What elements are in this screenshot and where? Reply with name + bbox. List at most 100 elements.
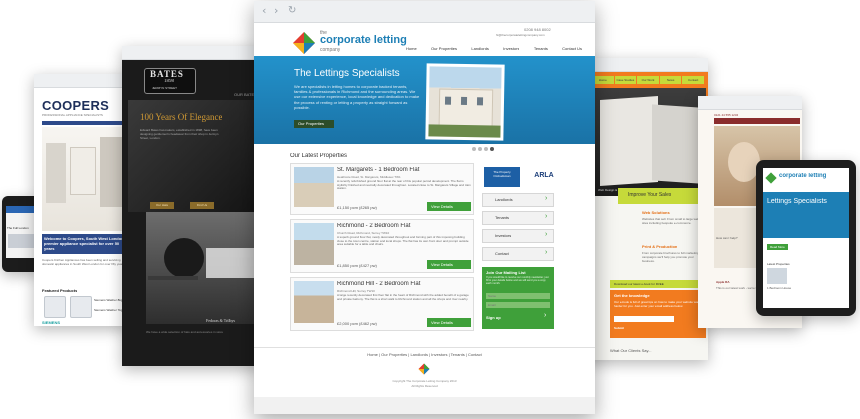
sidebar-item-tenants[interactable]: Tenants › bbox=[482, 211, 554, 225]
bates-logo: BATES bbox=[150, 69, 184, 79]
property-price: £1,850 pcm (£427 pw) bbox=[337, 263, 377, 268]
nav-contact[interactable]: Contact bbox=[682, 76, 704, 84]
coopers-tagline: PROFESSIONAL APPLIANCE SPECIALISTS bbox=[42, 113, 103, 117]
header-phone: 0208 948 8002 bbox=[524, 27, 551, 32]
knowledge-body: Our e-book is full of great tips on how … bbox=[614, 300, 701, 308]
nav-home[interactable]: Home bbox=[406, 46, 417, 54]
sidebar-item-label: Investors bbox=[495, 233, 512, 238]
property-photo[interactable] bbox=[294, 167, 334, 207]
orange-nav: Home Case Studies Our Work News Contact bbox=[592, 76, 704, 84]
print-title[interactable]: Print & Production bbox=[642, 244, 677, 249]
sidebar-item-contact[interactable]: Contact › bbox=[482, 247, 554, 261]
bates-footer: We have a wide selection of hats and acc… bbox=[146, 330, 223, 334]
right-caption: Apple RA bbox=[716, 280, 730, 284]
forward-icon[interactable]: › bbox=[274, 5, 278, 16]
browser-chrome bbox=[122, 46, 262, 60]
nav-home[interactable]: Home bbox=[592, 76, 614, 84]
browser-chrome bbox=[34, 74, 130, 88]
coopers-logo: COOPERS bbox=[42, 98, 110, 113]
bates-hero: 100 Years Of Elegance Edward Bates hat-m… bbox=[128, 100, 262, 212]
orange-hero: Web Design & Development bbox=[592, 88, 706, 196]
download-banner[interactable]: Download our latest e-book for FREE bbox=[610, 280, 706, 288]
tablet-hero: Lettings Specialists bbox=[767, 198, 827, 205]
main-nav: Home Our Properties Landlords Investors … bbox=[406, 46, 582, 54]
nav-investors[interactable]: Investors bbox=[503, 46, 519, 54]
coopers-welcome: Welcome to Coopers, South West London's … bbox=[42, 234, 130, 254]
header-email[interactable]: hi@thecorporatelettingcompany.com bbox=[496, 33, 545, 37]
ombudsman-badge: The Property Ombudsman bbox=[484, 167, 520, 187]
property-price: £2,000 pcm (£462 pw) bbox=[337, 321, 377, 326]
property-card: St. Margarets - 1 Bedroom Flat Heathcote… bbox=[290, 163, 474, 215]
property-thumbnail[interactable] bbox=[767, 268, 787, 284]
nav-case-studies[interactable]: Case Studies bbox=[614, 76, 637, 84]
tablet-section: Latest Properties bbox=[767, 262, 790, 266]
clients-title: What Our Clients Say... bbox=[610, 348, 652, 353]
property-photo[interactable] bbox=[294, 281, 334, 323]
view-details-button[interactable]: View Details bbox=[427, 318, 471, 327]
name-field[interactable] bbox=[486, 293, 550, 299]
nav-news[interactable]: News bbox=[659, 76, 682, 84]
hero-title: The Lettings Specialists bbox=[294, 68, 400, 79]
site-logo[interactable] bbox=[292, 31, 316, 55]
coopers-site-window: COOPERS PROFESSIONAL APPLIANCE SPECIALIS… bbox=[34, 74, 130, 326]
knowledge-title: Get the knowledge bbox=[614, 293, 650, 298]
chevron-right-icon: › bbox=[545, 249, 548, 256]
email-field[interactable] bbox=[486, 302, 550, 308]
tablet-side-link[interactable]: Read More bbox=[767, 244, 788, 250]
property-photo[interactable] bbox=[294, 223, 334, 265]
latest-heading: Our Latest Properties bbox=[290, 153, 348, 159]
property-desc: A large recently decorated first floor f… bbox=[337, 294, 469, 301]
chevron-right-icon: › bbox=[545, 231, 548, 238]
corporate-letting-window: ‹ › ↻ the corporate letting company 0208… bbox=[254, 1, 595, 414]
improve-panel: Improve Your Sales bbox=[618, 188, 698, 204]
hero-body: We are specialists in letting homes to c… bbox=[294, 84, 420, 110]
bates-body: Edward Bates hat-makers, established in … bbox=[140, 128, 219, 140]
bates-logo-street: JERMYN STREET bbox=[152, 86, 178, 90]
phone-brand: The Full London bbox=[7, 226, 29, 230]
property-desc: A recently refurbished ground floor flat… bbox=[337, 180, 471, 191]
property-desc: A superb ground floor flat, newly decora… bbox=[337, 236, 469, 247]
submit-button[interactable]: Submit bbox=[614, 326, 624, 330]
nav-landlords[interactable]: Landlords bbox=[471, 46, 489, 54]
view-details-button[interactable]: View Details bbox=[427, 260, 471, 269]
footer-logo-icon bbox=[418, 362, 430, 375]
sidebar-item-label: Landlords bbox=[495, 197, 513, 202]
property-title[interactable]: St. Margarets - 1 Bedroom Flat bbox=[337, 167, 473, 173]
logo-company: company bbox=[320, 47, 341, 53]
nav-tenants[interactable]: Tenants bbox=[534, 46, 548, 54]
nav-our-properties[interactable]: Our Properties bbox=[431, 46, 457, 54]
sidebar-item-landlords[interactable]: Landlords › bbox=[482, 193, 554, 207]
sidebar-menu: Landlords › Tenants › Investors › Contac… bbox=[482, 193, 554, 263]
logo-title: corporate letting bbox=[320, 34, 407, 46]
sidebar-item-label: Tenants bbox=[495, 215, 510, 220]
property-title[interactable]: Richmond Hill - 2 Bedroom Flat bbox=[337, 281, 473, 287]
tablet-logo: corporate letting bbox=[779, 173, 827, 179]
refresh-icon[interactable]: ↻ bbox=[288, 6, 296, 16]
tablet-item[interactable]: 1 Bedroom House bbox=[767, 286, 791, 290]
signup-button[interactable]: Sign up bbox=[486, 315, 501, 320]
property-card: Richmond Hill - 2 Bedroom Flat Richmond … bbox=[290, 277, 474, 331]
property-title[interactable]: Richmond - 2 Bedroom Flat bbox=[337, 223, 473, 229]
nav-contact-us[interactable]: Contact Us bbox=[562, 46, 582, 54]
washer-image bbox=[44, 296, 66, 318]
web-body: Websites that sell. From small to large … bbox=[642, 217, 700, 225]
arla-badge: ARLA bbox=[534, 172, 554, 179]
sidebar-item-label: Contact bbox=[495, 251, 509, 256]
hero-banner: The Lettings Specialists We are speciali… bbox=[254, 56, 595, 144]
footer-links[interactable]: Home | Our Properties | Landlords | Inve… bbox=[254, 352, 595, 357]
bates-btn-2[interactable]: Find Us bbox=[190, 202, 214, 209]
bates-btn-1[interactable]: Our Hats bbox=[150, 202, 174, 209]
tablet-logo-icon bbox=[765, 172, 777, 184]
browser-chrome: ‹ › ↻ bbox=[254, 1, 595, 23]
hero-button[interactable]: Our Properties bbox=[294, 120, 334, 128]
slider-dots[interactable] bbox=[472, 147, 496, 151]
back-icon[interactable]: ‹ bbox=[262, 5, 266, 16]
browser-chrome bbox=[576, 58, 708, 72]
web-title[interactable]: Web Solutions bbox=[642, 210, 670, 215]
nav-our-work[interactable]: Our Work bbox=[637, 76, 659, 84]
view-details-button[interactable]: View Details bbox=[427, 202, 471, 211]
sidebar-item-investors[interactable]: Investors › bbox=[482, 229, 554, 243]
bates-site-window: BATES 1898 JERMYN STREET OUR BATES 100 Y… bbox=[122, 46, 262, 366]
bates-headline: 100 Years Of Elegance bbox=[140, 112, 223, 122]
email-field[interactable] bbox=[614, 316, 674, 322]
